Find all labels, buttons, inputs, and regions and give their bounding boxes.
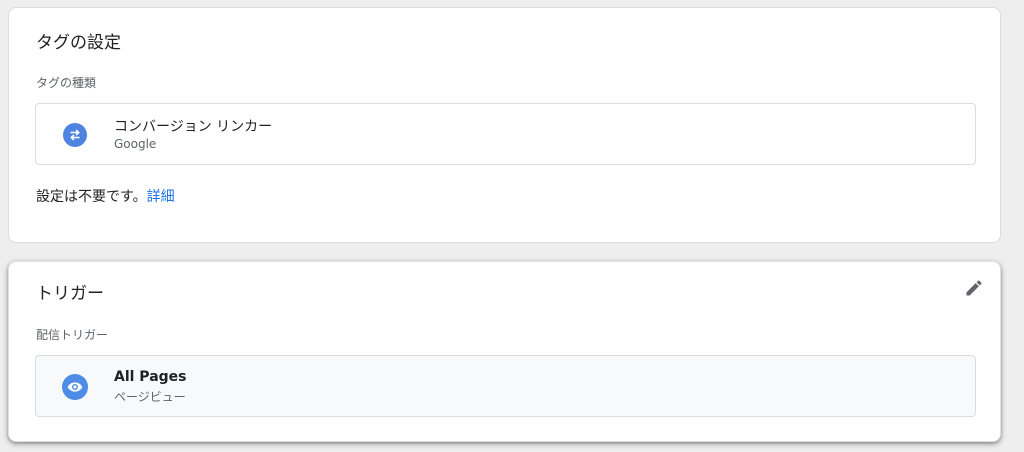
trigger-item[interactable]: All Pages ページビュー (35, 355, 976, 417)
configuration-note-text: 設定は不要です。 (36, 189, 147, 205)
trigger-name: All Pages (114, 369, 187, 385)
trigger-card[interactable]: トリガー 配信トリガー All Pages ページビュー (8, 261, 1001, 442)
pencil-icon (966, 280, 982, 296)
firing-triggers-label: 配信トリガー (36, 328, 109, 342)
tag-type-item[interactable]: コンバージョン リンカー Google (35, 103, 976, 165)
trigger-title: トリガー (36, 284, 104, 304)
tag-type-provider: Google (114, 137, 157, 151)
tag-configuration-card: タグの設定 タグの種類 コンバージョン リンカー Google 設定は不要です。… (8, 7, 1001, 243)
swap-arrows-icon (63, 123, 87, 147)
eye-icon (62, 374, 88, 400)
tag-type-name: コンバージョン リンカー (114, 119, 273, 135)
tag-configuration-title: タグの設定 (36, 33, 121, 53)
trigger-type: ページビュー (114, 390, 186, 404)
edit-trigger-button[interactable] (962, 276, 986, 300)
details-link[interactable]: 詳細 (147, 189, 175, 205)
configuration-note: 設定は不要です。詳細 (36, 186, 175, 206)
tag-type-label: タグの種類 (36, 76, 97, 90)
